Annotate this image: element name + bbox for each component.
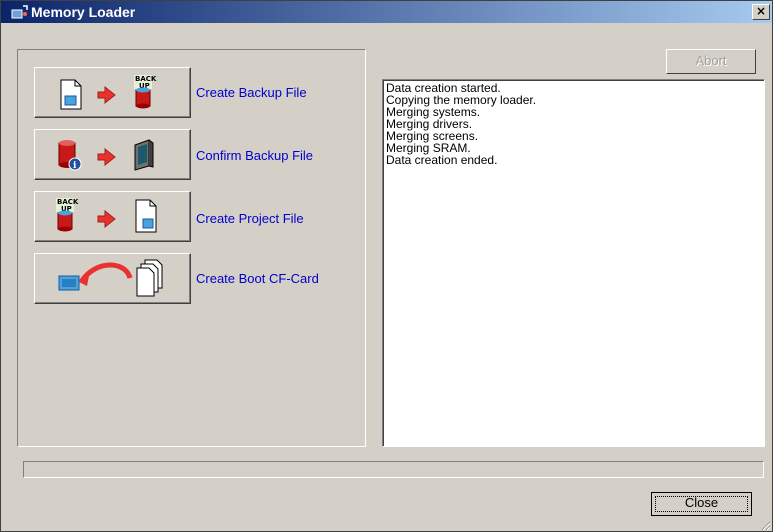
memory-loader-window: Memory Loader × BACK UP Create Backup Fi… <box>0 0 773 532</box>
close-button-label: Close <box>684 495 719 510</box>
create-boot-cf-card-button[interactable] <box>34 253 191 304</box>
backup-info-to-monitor-icon: i <box>58 139 154 171</box>
confirm-backup-file-button[interactable]: i <box>34 129 191 180</box>
close-button[interactable]: Close <box>651 492 752 516</box>
backup-to-file-icon: BACK UP <box>56 198 157 233</box>
resize-grip-icon[interactable] <box>759 519 771 531</box>
window-title: Memory Loader <box>31 4 136 20</box>
create-project-file-button[interactable]: BACK UP <box>34 191 191 242</box>
title-bar[interactable]: Memory Loader × <box>1 1 772 23</box>
progress-bar <box>23 461 764 478</box>
create-backup-file-label[interactable]: Create Backup File <box>196 85 307 100</box>
log-output[interactable]: Data creation started. Copying the memor… <box>382 79 765 447</box>
file-to-backup-icon: BACK UP <box>60 75 157 110</box>
close-icon: × <box>755 4 767 18</box>
abort-button[interactable]: Abort <box>666 49 756 74</box>
create-backup-file-button[interactable]: BACK UP <box>34 67 191 118</box>
log-line: Data creation ended. <box>386 153 498 167</box>
app-icon <box>11 5 28 19</box>
create-boot-cf-card-label[interactable]: Create Boot CF-Card <box>196 271 319 286</box>
window-close-button[interactable]: × <box>752 4 770 20</box>
files-to-cf-card-icon <box>58 259 163 297</box>
create-project-file-label[interactable]: Create Project File <box>196 211 304 226</box>
confirm-backup-file-label[interactable]: Confirm Backup File <box>196 148 313 163</box>
svg-text:i: i <box>73 161 77 171</box>
